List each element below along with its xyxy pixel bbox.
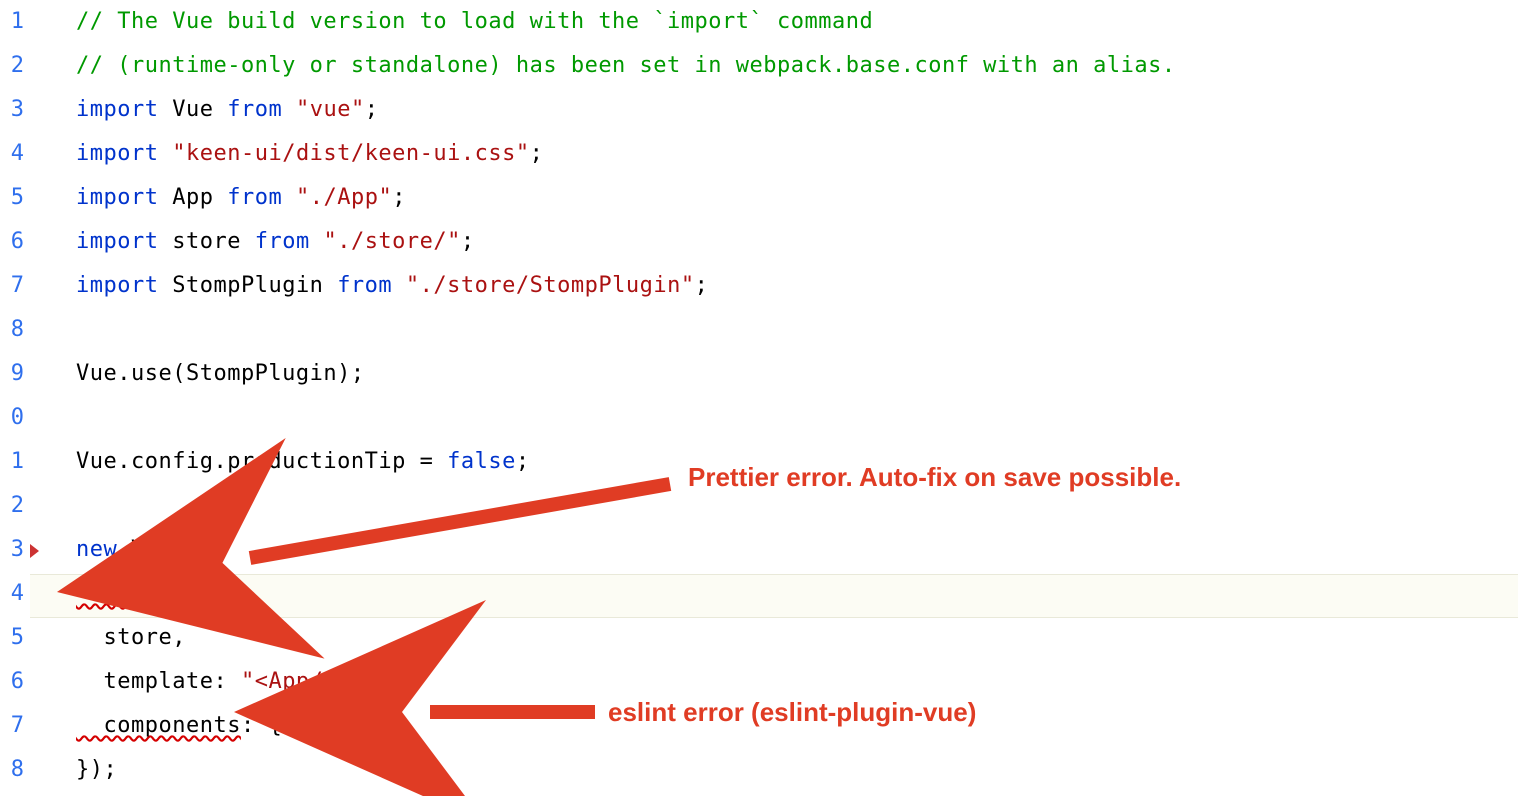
identifier: Vue({ bbox=[117, 537, 199, 562]
identifier: App bbox=[172, 185, 213, 210]
line-number: 7 bbox=[0, 264, 30, 308]
code-line[interactable]: 0 bbox=[0, 396, 1518, 440]
code-line[interactable]: 5 store, bbox=[0, 616, 1518, 660]
line-number: 2 bbox=[0, 484, 30, 528]
code-line[interactable]: 4 import "keen-ui/dist/keen-ui.css"; bbox=[0, 132, 1518, 176]
keyword-import: import bbox=[76, 229, 158, 254]
string-literal: "./App" bbox=[296, 185, 392, 210]
lightbulb-icon[interactable] bbox=[84, 578, 106, 600]
annotation-eslint: eslint error (eslint-plugin-vue) bbox=[608, 697, 976, 728]
line-number: 7 bbox=[0, 704, 30, 748]
line-number: 1 bbox=[0, 0, 30, 44]
statement: Vue.use(StompPlugin); bbox=[76, 361, 365, 386]
object-literal: { App } bbox=[268, 713, 364, 738]
keyword-import: import bbox=[76, 97, 158, 122]
string-literal: "<App/>" bbox=[241, 669, 351, 694]
closing-braces: }); bbox=[76, 757, 117, 782]
line-number: 3 bbox=[0, 88, 30, 132]
code-line[interactable]: 7 import StompPlugin from "./store/Stomp… bbox=[0, 264, 1518, 308]
line-number: 6 bbox=[0, 220, 30, 264]
string-literal: "keen-ui/dist/keen-ui.css" bbox=[172, 141, 529, 166]
line-number: 8 bbox=[0, 308, 30, 352]
keyword-from: from bbox=[255, 229, 310, 254]
identifier: store, bbox=[76, 625, 186, 650]
line-number: 3 bbox=[0, 528, 30, 572]
string-literal: "vue" bbox=[296, 97, 365, 122]
line-number: 6 bbox=[0, 660, 30, 704]
line-number: 0 bbox=[0, 396, 30, 440]
keyword-from: from bbox=[337, 273, 392, 298]
code-line[interactable]: 5 import App from "./App"; bbox=[0, 176, 1518, 220]
string-literal: "./store/" bbox=[323, 229, 460, 254]
code-line[interactable]: 8 bbox=[0, 308, 1518, 352]
keyword-import: import bbox=[76, 141, 158, 166]
line-number: 5 bbox=[0, 176, 30, 220]
string-literal: "./store/StompPlugin" bbox=[406, 273, 695, 298]
code-line[interactable]: 1 // The Vue build version to load with … bbox=[0, 0, 1518, 44]
line-number: 8 bbox=[0, 748, 30, 792]
annotation-prettier: Prettier error. Auto-fix on save possibl… bbox=[688, 462, 1181, 493]
comment: // The Vue build version to load with th… bbox=[76, 9, 873, 34]
line-number: 4 bbox=[0, 132, 30, 176]
string-literal: "#app" bbox=[158, 581, 240, 606]
line-number: 4 bbox=[0, 572, 30, 616]
code-editor[interactable]: 1 // The Vue build version to load with … bbox=[0, 0, 1518, 796]
code-line[interactable]: 2 // (runtime-only or standalone) has be… bbox=[0, 44, 1518, 88]
arrow-icon bbox=[400, 695, 610, 729]
keyword-from: from bbox=[227, 185, 282, 210]
line-number: 1 bbox=[0, 440, 30, 484]
line-number: 2 bbox=[0, 44, 30, 88]
code-line[interactable]: 3 import Vue from "vue"; bbox=[0, 88, 1518, 132]
keyword-new: new bbox=[76, 537, 117, 562]
code-line[interactable]: 9 Vue.use(StompPlugin); bbox=[0, 352, 1518, 396]
code-line[interactable]: 8 }); bbox=[0, 748, 1518, 792]
code-line[interactable]: 6 import store from "./store/"; bbox=[0, 220, 1518, 264]
error-squiggle[interactable]: components bbox=[76, 713, 241, 738]
gutter-marker-icon[interactable] bbox=[30, 544, 39, 558]
identifier: Vue bbox=[172, 97, 213, 122]
identifier: StompPlugin bbox=[172, 273, 323, 298]
keyword-from: from bbox=[227, 97, 282, 122]
keyword-import: import bbox=[76, 273, 158, 298]
identifier: store bbox=[172, 229, 241, 254]
line-number: 5 bbox=[0, 616, 30, 660]
property-key: template: bbox=[76, 669, 241, 694]
line-number: 9 bbox=[0, 352, 30, 396]
comment: // (runtime-only or standalone) has been… bbox=[76, 53, 1176, 78]
arrow-icon bbox=[215, 470, 685, 580]
keyword-import: import bbox=[76, 185, 158, 210]
